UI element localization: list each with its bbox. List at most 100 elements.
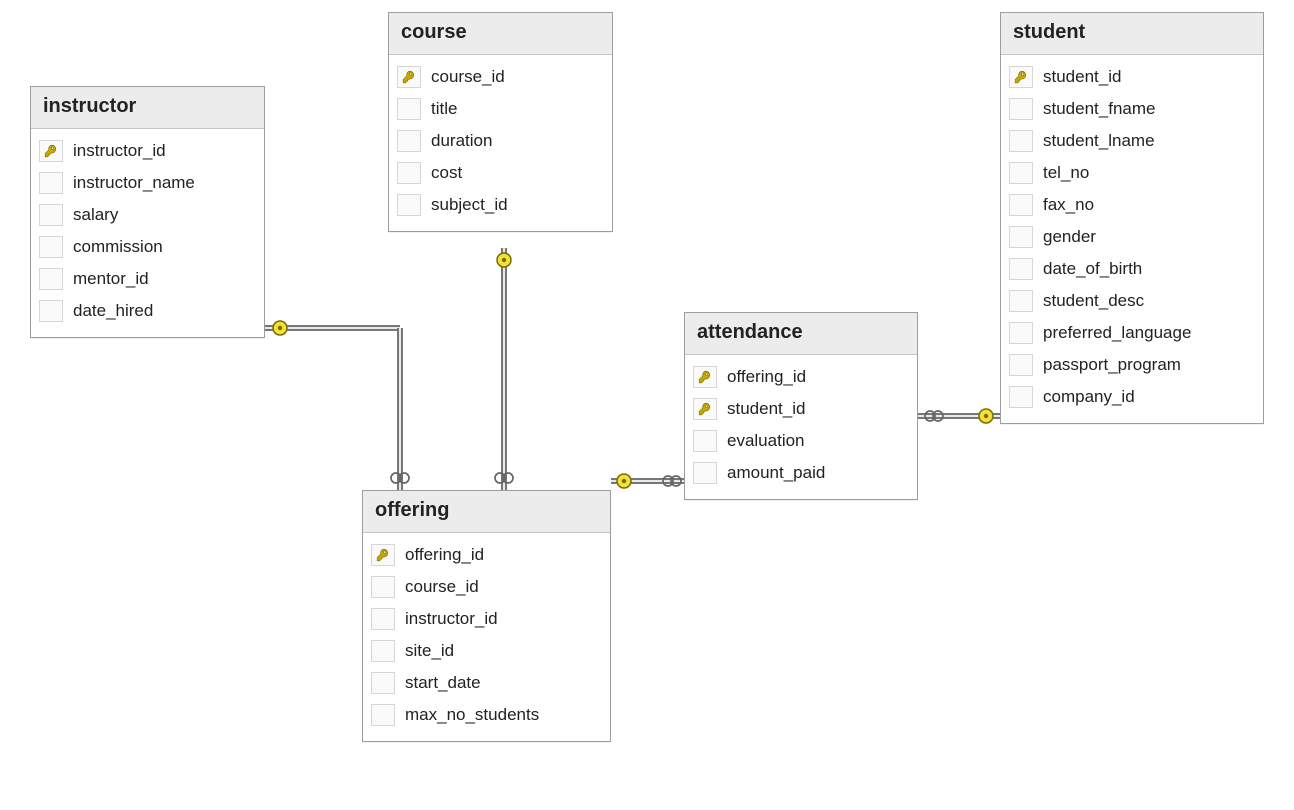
blank-cell (39, 268, 63, 290)
column-name: date_of_birth (1043, 259, 1142, 279)
column-row[interactable]: student_desc (1009, 285, 1255, 317)
blank-cell (39, 204, 63, 226)
column-row[interactable]: student_id (1009, 61, 1255, 93)
column-name: start_date (405, 673, 481, 693)
entity-course[interactable]: course course_id title duration cost sub… (388, 12, 613, 232)
entity-body: course_id title duration cost subject_id (389, 55, 612, 231)
blank-cell (371, 704, 395, 726)
entity-body: offering_id course_id instructor_id site… (363, 533, 610, 741)
rel-course-offering (495, 248, 513, 490)
column-name: passport_program (1043, 355, 1181, 375)
column-name: offering_id (405, 545, 484, 565)
blank-cell (1009, 226, 1033, 248)
rel-instructor-offering (265, 321, 409, 490)
key-icon (698, 370, 712, 384)
rel-offering-attendance (611, 474, 684, 488)
column-row[interactable]: cost (397, 157, 604, 189)
key-icon (1014, 70, 1028, 84)
column-row[interactable]: course_id (371, 571, 602, 603)
pk-cell (693, 398, 717, 420)
blank-cell (1009, 162, 1033, 184)
column-row[interactable]: subject_id (397, 189, 604, 221)
column-row[interactable]: duration (397, 125, 604, 157)
key-icon (376, 548, 390, 562)
column-name: student_lname (1043, 131, 1155, 151)
entity-offering[interactable]: offering offering_id course_id instructo… (362, 490, 611, 742)
column-name: offering_id (727, 367, 806, 387)
blank-cell (371, 576, 395, 598)
column-name: student_fname (1043, 99, 1155, 119)
column-name: max_no_students (405, 705, 539, 725)
column-name: gender (1043, 227, 1096, 247)
blank-cell (371, 640, 395, 662)
column-row[interactable]: commission (39, 231, 256, 263)
blank-cell (397, 194, 421, 216)
entity-attendance[interactable]: attendance offering_id student_id evalua… (684, 312, 918, 500)
column-name: preferred_language (1043, 323, 1191, 343)
entity-title: course (389, 13, 612, 55)
entity-title: attendance (685, 313, 917, 355)
blank-cell (1009, 386, 1033, 408)
column-name: student_id (1043, 67, 1121, 87)
entity-instructor[interactable]: instructor instructor_id instructor_name… (30, 86, 265, 338)
blank-cell (39, 172, 63, 194)
blank-cell (371, 672, 395, 694)
blank-cell (1009, 194, 1033, 216)
column-name: instructor_name (73, 173, 195, 193)
column-row[interactable]: mentor_id (39, 263, 256, 295)
blank-cell (1009, 130, 1033, 152)
column-name: student_id (727, 399, 805, 419)
rel-attendance-student (918, 409, 1000, 423)
blank-cell (1009, 98, 1033, 120)
column-row[interactable]: salary (39, 199, 256, 231)
entity-body: offering_id student_id evaluation amount… (685, 355, 917, 499)
key-icon (44, 144, 58, 158)
blank-cell (39, 300, 63, 322)
column-row[interactable]: student_id (693, 393, 909, 425)
blank-cell (397, 162, 421, 184)
blank-cell (1009, 354, 1033, 376)
column-row[interactable]: gender (1009, 221, 1255, 253)
column-row[interactable]: evaluation (693, 425, 909, 457)
column-name: tel_no (1043, 163, 1089, 183)
column-row[interactable]: offering_id (371, 539, 602, 571)
column-row[interactable]: date_of_birth (1009, 253, 1255, 285)
column-name: amount_paid (727, 463, 825, 483)
column-name: duration (431, 131, 492, 151)
column-row[interactable]: tel_no (1009, 157, 1255, 189)
column-row[interactable]: start_date (371, 667, 602, 699)
blank-cell (693, 462, 717, 484)
column-name: course_id (431, 67, 505, 87)
column-row[interactable]: date_hired (39, 295, 256, 327)
column-row[interactable]: instructor_name (39, 167, 256, 199)
column-row[interactable]: student_lname (1009, 125, 1255, 157)
column-row[interactable]: company_id (1009, 381, 1255, 413)
column-row[interactable]: course_id (397, 61, 604, 93)
blank-cell (1009, 290, 1033, 312)
column-row[interactable]: title (397, 93, 604, 125)
column-name: site_id (405, 641, 454, 661)
column-name: fax_no (1043, 195, 1094, 215)
entity-title: instructor (31, 87, 264, 129)
blank-cell (397, 98, 421, 120)
column-row[interactable]: offering_id (693, 361, 909, 393)
column-row[interactable]: student_fname (1009, 93, 1255, 125)
column-name: company_id (1043, 387, 1135, 407)
column-row[interactable]: max_no_students (371, 699, 602, 731)
column-row[interactable]: preferred_language (1009, 317, 1255, 349)
column-name: student_desc (1043, 291, 1144, 311)
entity-title: offering (363, 491, 610, 533)
column-name: course_id (405, 577, 479, 597)
column-row[interactable]: passport_program (1009, 349, 1255, 381)
erd-canvas: instructor instructor_id instructor_name… (0, 0, 1294, 810)
column-row[interactable]: instructor_id (39, 135, 256, 167)
entity-student[interactable]: student student_id student_fname student… (1000, 12, 1264, 424)
column-row[interactable]: fax_no (1009, 189, 1255, 221)
pk-cell (397, 66, 421, 88)
column-name: subject_id (431, 195, 508, 215)
column-name: instructor_id (405, 609, 498, 629)
column-row[interactable]: amount_paid (693, 457, 909, 489)
pk-cell (39, 140, 63, 162)
column-row[interactable]: instructor_id (371, 603, 602, 635)
column-row[interactable]: site_id (371, 635, 602, 667)
